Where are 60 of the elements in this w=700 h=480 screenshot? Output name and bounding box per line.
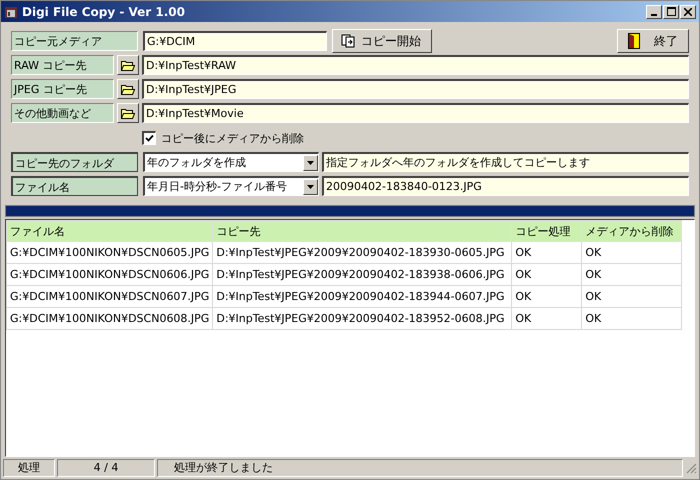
table-cell: G:¥DCIM¥100NIKON¥DSCN0605.JPG — [6, 242, 213, 264]
table-cell: D:¥InpTest¥JPEG¥2009¥20090402-183944-0607.JPG — [212, 286, 512, 308]
minimize-button[interactable] — [646, 4, 662, 18]
folder-button[interactable] — [117, 103, 139, 123]
folder-button[interactable] — [117, 55, 139, 75]
destination-label: JPEG コピー先 — [11, 79, 114, 99]
checkbox-label[interactable]: コピー後にメディアから削除 — [161, 130, 304, 146]
destination-label: RAW コピー先 — [11, 55, 114, 75]
description-field: 20090402-183840-0123.JPG — [322, 176, 689, 196]
exit-button[interactable]: 終了 — [617, 29, 689, 53]
table-cell: OK — [512, 286, 582, 308]
maximize-icon — [666, 7, 676, 16]
door-icon — [628, 33, 640, 49]
resize-grip-icon[interactable] — [685, 462, 697, 474]
window-title: Digi File Copy - Ver 1.00 — [22, 4, 185, 18]
table-cell: OK — [582, 286, 682, 308]
status-panel: 処理 — [3, 459, 55, 477]
table-cell: G:¥DCIM¥100NIKON¥DSCN0607.JPG — [6, 286, 213, 308]
table-cell: D:¥InpTest¥JPEG¥2009¥20090402-183938-0606.JPG — [212, 264, 512, 286]
maximize-button[interactable] — [663, 4, 679, 18]
table-cell: G:¥DCIM¥100NIKON¥DSCN0608.JPG — [6, 308, 213, 330]
source-label: コピー元メディア — [11, 31, 138, 51]
column-header[interactable]: コピー処理 — [512, 220, 582, 242]
folder-button[interactable] — [117, 79, 139, 99]
table-cell: OK — [582, 308, 682, 330]
destination-field[interactable]: D:¥InpTest¥Movie — [142, 103, 689, 123]
dropdown-arrow-icon — [307, 160, 314, 164]
description-field: 指定フォルダへ年のフォルダを作成してコピーします — [322, 152, 689, 172]
close-icon — [684, 8, 692, 16]
app-icon — [4, 4, 18, 18]
option-label: ファイル名 — [11, 176, 138, 196]
checkbox[interactable] — [142, 131, 156, 145]
column-header[interactable]: ファイル名 — [6, 220, 213, 242]
table-cell: D:¥InpTest¥JPEG¥2009¥20090402-183952-0608.JPG — [212, 308, 512, 330]
folder-icon — [121, 108, 135, 118]
column-header[interactable]: コピー先 — [212, 220, 512, 242]
dropdown[interactable]: 年のフォルダを作成 — [143, 152, 319, 172]
destination-field[interactable]: D:¥InpTest¥RAW — [142, 55, 689, 75]
option-label: コピー先のフォルダ — [11, 152, 138, 172]
minimize-icon — [651, 14, 657, 16]
source-field[interactable]: G:¥DCIM — [143, 31, 327, 51]
column-header[interactable]: メディアから削除 — [582, 220, 682, 242]
copy-start-button[interactable]: コピー開始 — [332, 29, 432, 53]
table-cell: OK — [582, 264, 682, 286]
folder-icon — [121, 84, 135, 94]
folder-icon — [121, 60, 135, 70]
status-panel: 処理が終了しました — [157, 459, 683, 477]
table-cell: D:¥InpTest¥JPEG¥2009¥20090402-183930-0605.JPG — [212, 242, 512, 264]
table-cell: OK — [512, 264, 582, 286]
table-cell: OK — [582, 242, 682, 264]
table-cell: OK — [512, 242, 582, 264]
status-panel: 4 / 4 — [57, 459, 155, 477]
dropdown-arrow-icon — [307, 184, 314, 188]
table-cell: G:¥DCIM¥100NIKON¥DSCN0606.JPG — [6, 264, 213, 286]
destination-label: その他動画など — [11, 103, 114, 123]
close-button[interactable] — [680, 4, 696, 18]
table-cell: OK — [512, 308, 582, 330]
dropdown[interactable]: 年月日-時分秒-ファイル番号 — [143, 176, 319, 196]
destination-field[interactable]: D:¥InpTest¥JPEG — [142, 79, 689, 99]
copy-icon — [341, 34, 355, 48]
